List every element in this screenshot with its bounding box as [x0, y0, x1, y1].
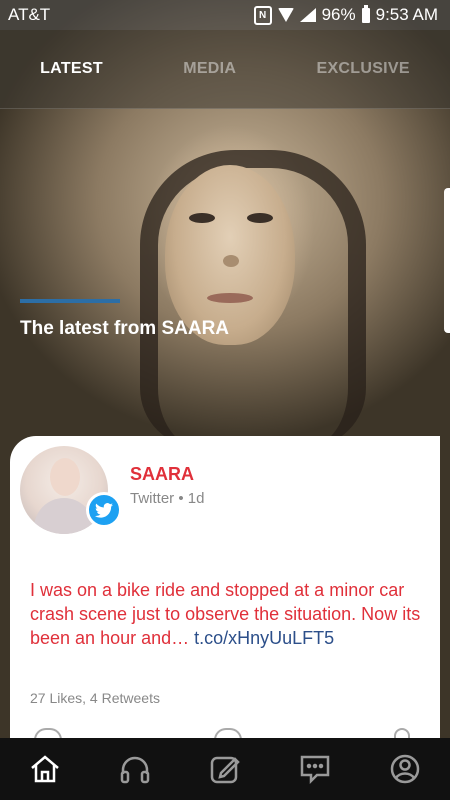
right-eye — [247, 213, 273, 223]
bottom-nav — [0, 738, 450, 800]
hero-accent-line — [20, 299, 120, 303]
tab-media[interactable]: MEDIA — [183, 60, 236, 78]
compose-icon[interactable] — [205, 749, 245, 789]
battery-icon — [361, 4, 370, 23]
avatar-body — [34, 498, 94, 534]
post-stats: 27 Likes, 4 Retweets — [30, 690, 160, 706]
post-meta: Twitter • 1d — [130, 490, 205, 507]
side-drawer-handle[interactable] — [444, 188, 450, 333]
post-link[interactable]: t.co/xHnyUuLFT5 — [194, 628, 334, 648]
mouth — [207, 293, 253, 303]
tab-latest[interactable]: LATEST — [40, 60, 103, 78]
chat-icon[interactable] — [295, 749, 335, 789]
status-bar: AT&T N 96% 9:53 AM — [0, 0, 450, 30]
nose — [223, 255, 239, 267]
carrier-label: AT&T — [8, 5, 51, 24]
tab-exclusive[interactable]: EXCLUSIVE — [316, 60, 409, 78]
post-author[interactable]: SAARA — [130, 464, 194, 485]
wifi-icon — [277, 8, 294, 22]
post-text[interactable]: I was on a bike ride and stopped at a mi… — [30, 578, 430, 650]
home-icon[interactable] — [25, 749, 65, 789]
headphones-icon[interactable] — [115, 749, 155, 789]
left-eye — [189, 213, 215, 223]
post-card[interactable]: SAARA Twitter • 1d I was on a bike ride … — [10, 436, 440, 756]
avatar-head — [50, 458, 80, 496]
hero-title[interactable]: The latest from SAARA — [20, 318, 229, 340]
twitter-icon — [86, 492, 122, 528]
tab-bar: LATEST MEDIA EXCLUSIVE — [0, 30, 450, 109]
profile-icon[interactable] — [385, 749, 425, 789]
clock: 9:53 AM — [375, 5, 438, 24]
signal-icon — [299, 8, 316, 22]
nfc-icon: N — [253, 5, 272, 25]
battery-percent: 96% — [321, 5, 356, 24]
